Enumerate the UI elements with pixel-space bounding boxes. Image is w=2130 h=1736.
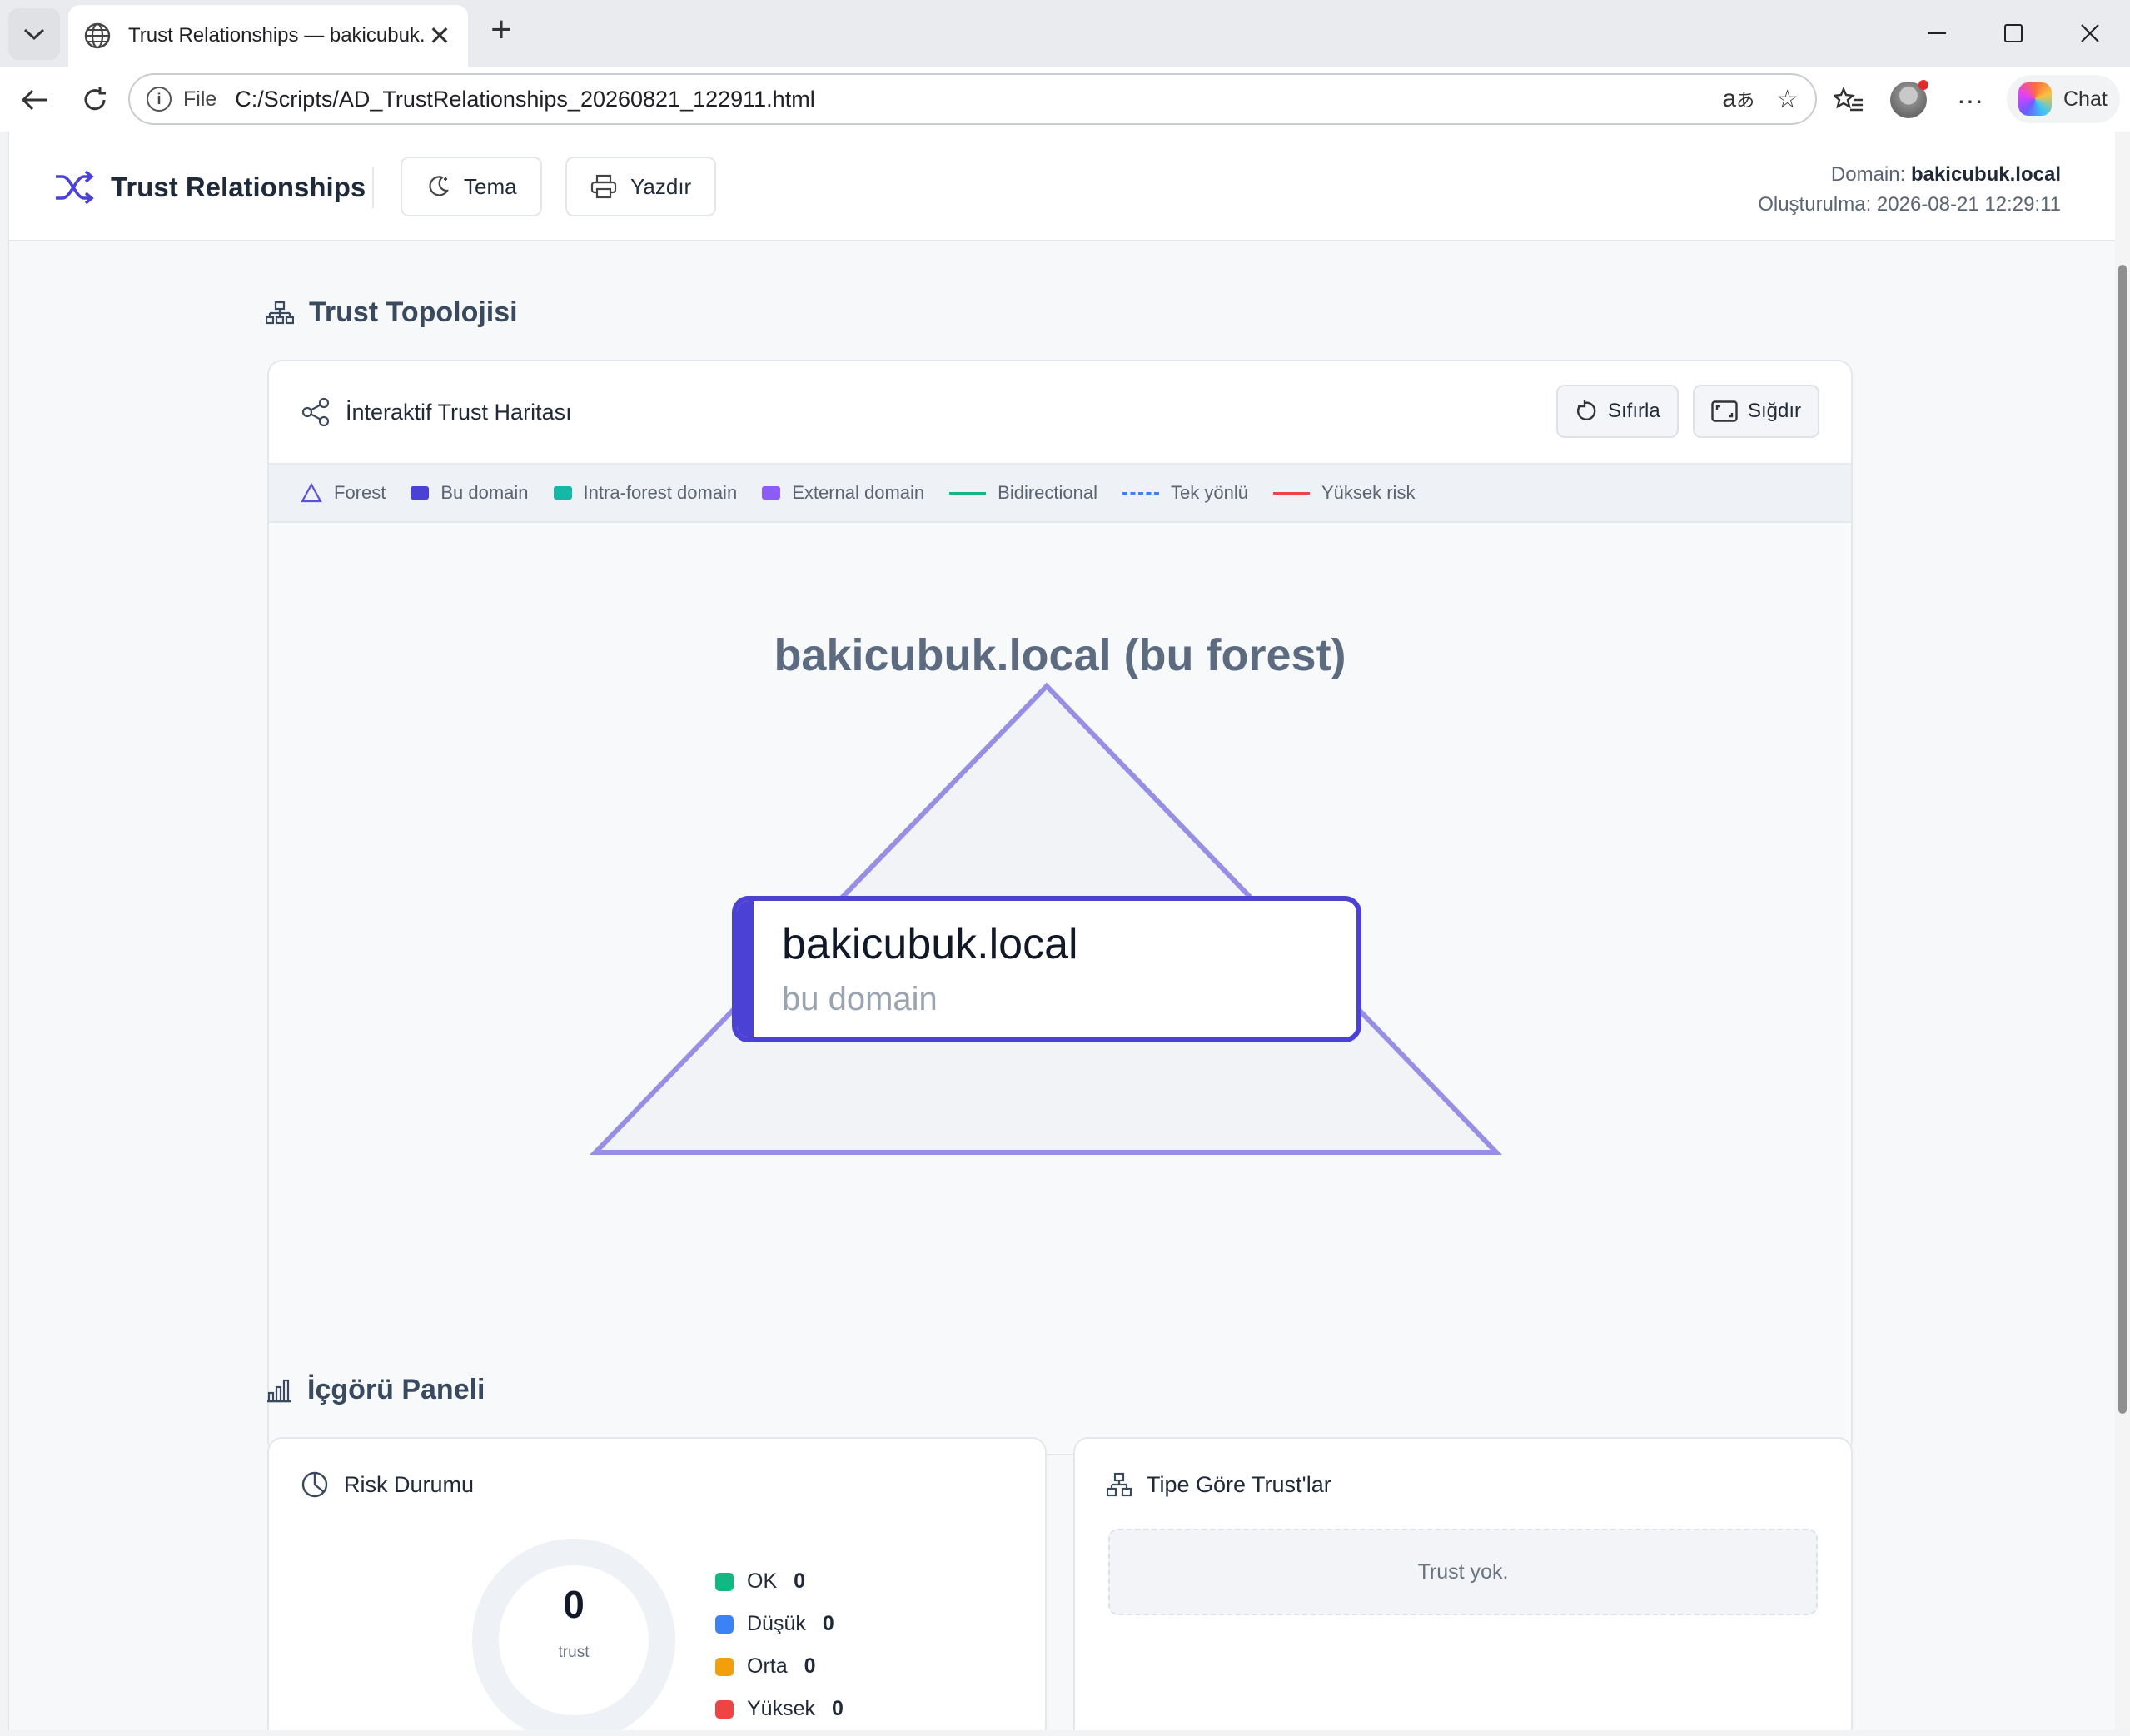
domain-node-accent	[737, 901, 754, 1037]
risk-card: Risk Durumu 0 trust OK 0 Düşük 0 Orta 0	[267, 1437, 1047, 1730]
domain-node[interactable]: bakicubuk.local bu domain	[732, 896, 1361, 1042]
page-viewport: Trust Relationships Tema Yazdır Domain: …	[8, 132, 2115, 1730]
theme-button-label: Tema	[464, 173, 517, 199]
notification-dot	[1918, 80, 1928, 90]
close-icon	[2081, 24, 2099, 42]
share-nodes-icon	[301, 397, 330, 427]
legend-intra-forest: Intra-forest domain	[553, 482, 737, 504]
chevron-down-icon	[23, 28, 45, 41]
risk-level-high: Yüksek 0	[715, 1688, 844, 1730]
risk-swatch	[715, 1572, 734, 1591]
reset-icon	[1577, 400, 1596, 420]
globe-icon	[84, 22, 111, 49]
fit-button[interactable]: Sığdır	[1693, 385, 1820, 438]
risk-legend: OK 0 Düşük 0 Orta 0 Yüksek 0	[715, 1560, 844, 1730]
types-empty-state: Trust yok.	[1108, 1529, 1818, 1615]
risk-caption: trust	[558, 1644, 590, 1661]
bar-chart-icon	[267, 1379, 291, 1402]
risk-swatch	[715, 1657, 734, 1676]
legend-external: External domain	[762, 482, 924, 504]
risk-level-medium: Orta 0	[715, 1645, 844, 1688]
created-meta: Oluşturulma: 2026-08-21 12:29:11	[1758, 193, 2061, 216]
topology-section-title: Trust Topolojisi	[266, 296, 518, 329]
types-card-title: Tipe Göre Trust'lar	[1147, 1471, 1331, 1497]
reload-button[interactable]	[73, 78, 117, 122]
browser-tab[interactable]: Trust Relationships — bakicubuk.local ✕	[68, 5, 468, 67]
star-icon[interactable]: ☆	[1776, 85, 1799, 114]
triangle-icon	[301, 483, 322, 503]
domain-meta: Domain: bakicubuk.local	[1830, 163, 2061, 186]
pie-chart-icon	[301, 1471, 328, 1498]
new-tab-button[interactable]: +	[483, 12, 520, 50]
topology-card: İnteraktif Trust Haritası Sıfırla Sığdır…	[267, 360, 1853, 1455]
reset-button[interactable]: Sıfırla	[1556, 385, 1679, 438]
back-button[interactable]	[13, 78, 57, 122]
close-tab-icon[interactable]: ✕	[426, 20, 453, 52]
risk-swatch	[715, 1699, 734, 1719]
tab-title: Trust Relationships — bakicubuk.local	[128, 24, 426, 47]
risk-swatch	[715, 1614, 734, 1634]
types-card-header: Tipe Göre Trust'lar	[1075, 1439, 1851, 1530]
legend-one-way: Tek yönlü	[1122, 482, 1248, 504]
favorites-icon[interactable]	[1829, 80, 1869, 120]
printer-icon	[590, 174, 617, 199]
app-title: Trust Relationships	[111, 172, 366, 202]
copilot-chat-button[interactable]: Chat	[2007, 75, 2120, 123]
maximize-button[interactable]	[1988, 12, 2038, 55]
more-menu-icon[interactable]: ···	[1950, 80, 1990, 120]
browser-tabstrip: Trust Relationships — bakicubuk.local ✕ …	[0, 0, 2130, 67]
scrollbar-thumb[interactable]	[2118, 265, 2127, 1414]
header-divider	[372, 167, 374, 208]
types-card: Tipe Göre Trust'lar Trust yok.	[1073, 1437, 1853, 1730]
fit-screen-icon	[1711, 400, 1738, 422]
browser-toolbar: i File C:/Scripts/AD_TrustRelationships_…	[0, 67, 2130, 132]
print-button-label: Yazdır	[630, 173, 692, 199]
chat-label: Chat	[2063, 87, 2108, 111]
domain-node-name: bakicubuk.local	[782, 920, 1078, 968]
scheme-chip: File	[183, 87, 217, 111]
insights-section-title: İçgörü Paneli	[266, 1374, 485, 1406]
arrow-left-icon	[21, 89, 47, 111]
topology-legend: Forest Bu domain Intra-forest domain Ext…	[269, 463, 1851, 523]
legend-this-domain: Bu domain	[411, 482, 529, 504]
sitemap-icon	[266, 301, 294, 324]
risk-level-low: Düşük 0	[715, 1603, 844, 1645]
brand: Trust Relationships	[54, 170, 366, 205]
legend-high-risk: Yüksek risk	[1272, 482, 1415, 504]
legend-forest: Forest	[301, 482, 386, 504]
domain-value: bakicubuk.local	[1910, 163, 2061, 186]
copilot-icon	[2018, 82, 2052, 116]
url-text[interactable]: C:/Scripts/AD_TrustRelationships_2026082…	[235, 87, 1700, 112]
forest-label: bakicubuk.local (bu forest)	[774, 630, 1346, 680]
minimize-icon	[1928, 32, 1946, 34]
minimize-button[interactable]	[1912, 12, 1962, 55]
risk-level-ok: OK 0	[715, 1560, 844, 1603]
moon-icon	[429, 176, 449, 196]
created-value: 2026-08-21 12:29:11	[1876, 193, 2061, 216]
tab-list-button[interactable]	[8, 8, 60, 60]
page-scrollbar[interactable]	[2115, 132, 2130, 1730]
maximize-icon	[2004, 24, 2023, 42]
info-icon[interactable]: i	[147, 87, 172, 112]
domain-node-subtitle: bu domain	[782, 981, 938, 1017]
theme-button[interactable]: Tema	[401, 157, 542, 216]
favorites-list-icon	[1834, 87, 1863, 112]
risk-card-header: Risk Durumu	[269, 1439, 1045, 1530]
risk-card-title: Risk Durumu	[344, 1471, 475, 1497]
header-meta: Domain: bakicubuk.local Oluşturulma: 202…	[1758, 160, 2061, 220]
risk-total: 0	[563, 1583, 585, 1626]
window-close-button[interactable]	[2065, 12, 2115, 55]
risk-donut	[472, 1539, 675, 1730]
legend-bidirectional: Bidirectional	[949, 482, 1097, 504]
address-bar[interactable]: i File C:/Scripts/AD_TrustRelationships_…	[128, 73, 1817, 125]
hierarchy-icon	[1107, 1472, 1132, 1497]
app-header: Trust Relationships Tema Yazdır Domain: …	[9, 132, 2115, 241]
translate-icon[interactable]: aあ	[1722, 85, 1754, 113]
reload-icon	[84, 87, 106, 111]
trust-map-canvas[interactable]: bakicubuk.local (bu forest) bakicubuk.lo…	[269, 523, 1851, 1454]
print-button[interactable]: Yazdır	[565, 157, 717, 216]
topology-card-title: İnteraktif Trust Haritası	[346, 399, 572, 425]
shuffle-icon	[56, 170, 94, 205]
